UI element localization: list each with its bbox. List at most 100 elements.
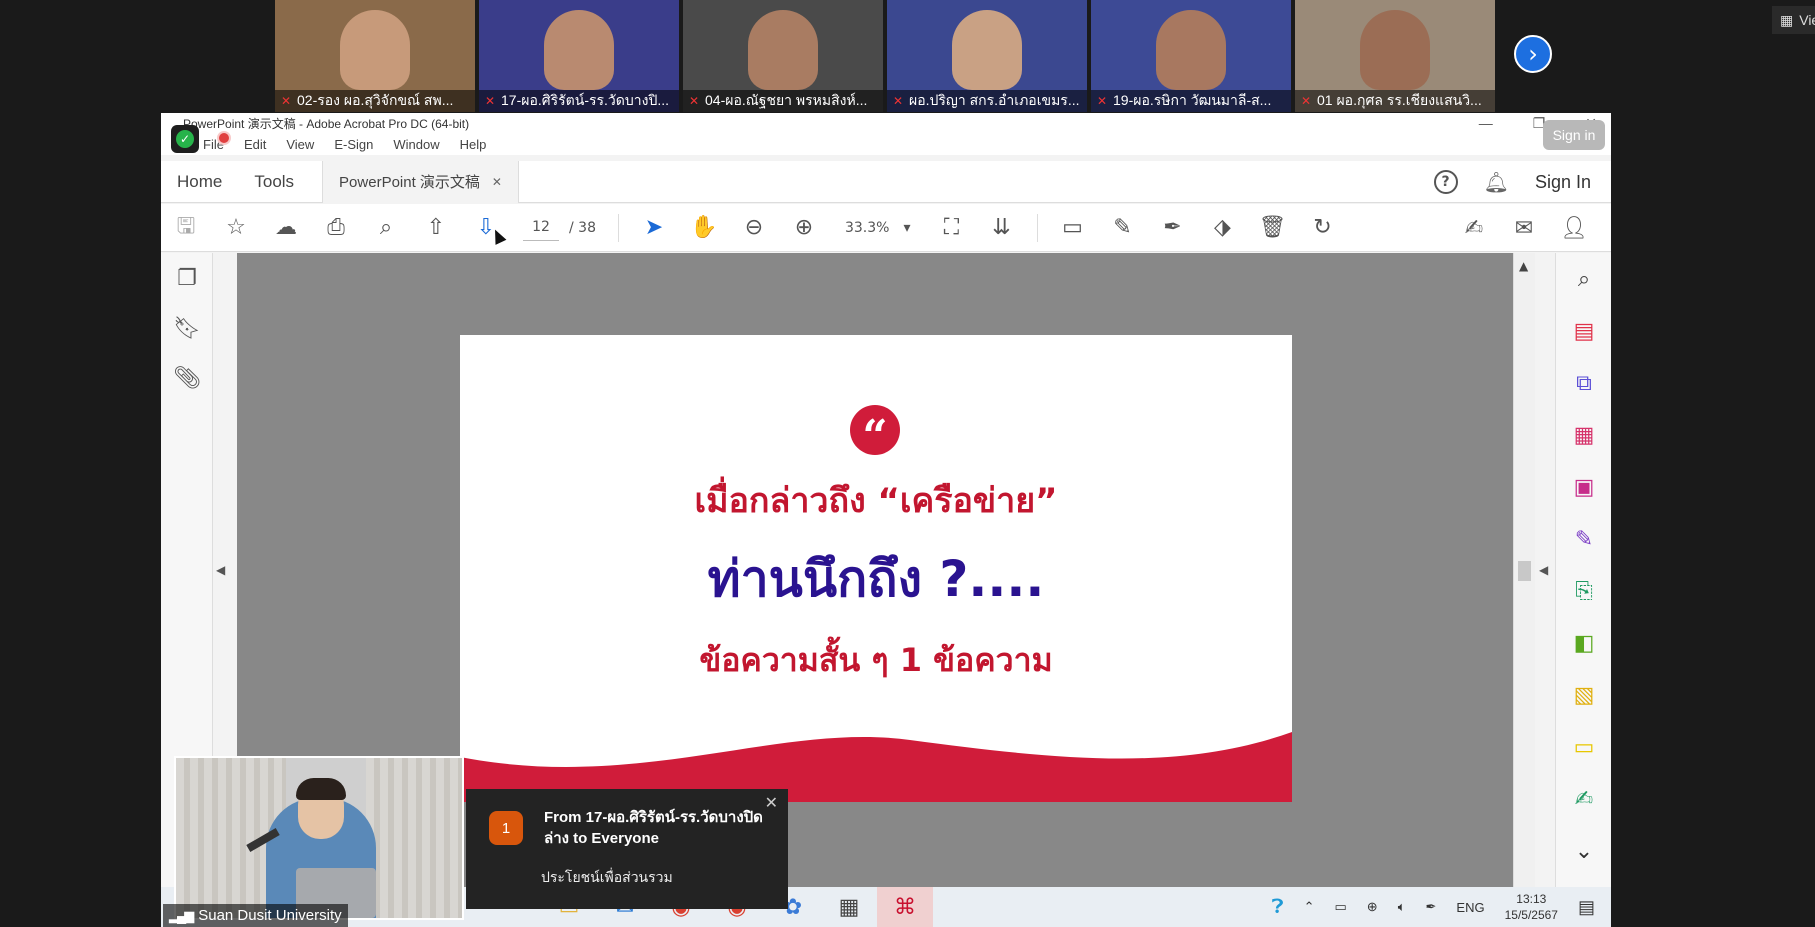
participant-face <box>952 10 1022 90</box>
participant-tile[interactable]: ✕ 01 ผอ.กุศล รร.เชียงแสนวิ... <box>1295 0 1495 112</box>
curtain-right <box>366 758 462 918</box>
menu-e-sign[interactable]: E-Sign <box>334 137 373 152</box>
toolbar-divider <box>617 213 619 242</box>
email-icon[interactable]: ✉ <box>1499 204 1549 252</box>
participant-name-bar: ✕ 04-ผอ.ณัฐชยา พรหมสิงห์... <box>683 90 883 112</box>
delete-icon[interactable]: 🗑︎ <box>1248 204 1298 252</box>
next-page-icon[interactable]: ⇩ <box>461 204 511 252</box>
menu-edit[interactable]: Edit <box>244 137 266 152</box>
save-icon[interactable]: 🖫 <box>161 204 211 252</box>
slide-question: ท่านนึกถึง ?.... <box>707 550 1045 608</box>
pen-icon[interactable]: ✒ <box>1426 899 1437 915</box>
protect-icon[interactable]: ▧ <box>1556 669 1611 721</box>
close-tab-icon[interactable]: ✕ <box>492 175 502 189</box>
zoom-select[interactable]: 33.3% ▾ <box>845 220 911 236</box>
menu-help[interactable]: Help <box>460 137 487 152</box>
tab-bar: Home Tools PowerPoint 演示文稿 ✕ ? 🔔︎ Sign I… <box>161 160 1611 203</box>
scroll-mode-icon[interactable]: ⇊ <box>977 204 1027 252</box>
bookmark-icon[interactable]: 🔖︎ <box>161 303 213 353</box>
collapse-left-icon[interactable]: ◀ <box>216 563 225 577</box>
rotate-icon[interactable]: ↻ <box>1298 204 1348 252</box>
zoom-signin-overlay[interactable]: Sign in <box>1543 120 1605 150</box>
comment-tool-icon[interactable]: ▭ <box>1556 721 1611 773</box>
window-title: PowerPoint 演示文稿 - Adobe Acrobat Pro DC (… <box>183 116 470 131</box>
tab-home[interactable]: Home <box>161 161 238 203</box>
prev-page-icon[interactable]: ⇧ <box>411 204 461 252</box>
send-for-review-icon[interactable]: ⎘ <box>1556 565 1611 617</box>
cloud-upload-icon[interactable]: ☁ <box>261 204 311 252</box>
scroll-thumb[interactable] <box>1518 561 1531 581</box>
select-arrow-icon[interactable]: ➤ <box>629 204 679 252</box>
sign-icon[interactable]: ✒ <box>1148 204 1198 252</box>
combine-files-icon[interactable]: ⧉ <box>1556 357 1611 409</box>
calculator-icon[interactable]: ▦ <box>821 887 877 927</box>
export-pdf-icon[interactable]: ▣ <box>1556 461 1611 513</box>
page-number-input[interactable]: 12 <box>523 215 559 241</box>
mic-muted-icon: ✕ <box>892 94 904 108</box>
zoom-security-icon[interactable]: ✓ <box>171 125 199 153</box>
star-icon[interactable]: ☆ <box>211 204 261 252</box>
speaker-icon[interactable]: 🔈︎ <box>1398 899 1406 915</box>
acrobat-taskbar-icon[interactable]: ⌘ <box>877 887 933 927</box>
tabbar-right: ? 🔔︎ Sign In <box>1433 161 1591 203</box>
edit-pdf-icon[interactable]: ✎ <box>1556 513 1611 565</box>
menu-window[interactable]: Window <box>393 137 439 152</box>
zoom-tool-icon[interactable]: ⌕ <box>1556 253 1611 305</box>
participant-name: ผอ.ปริญา สกร.อำเภอเขมร... <box>909 92 1080 108</box>
participant-tile[interactable]: ✕ ผอ.ปริญา สกร.อำเภอเขมร... <box>887 0 1087 112</box>
chat-notification[interactable]: 1 From 17-ผอ.ศิริรัตน์-รร.วัดบางปิดล่าง … <box>466 789 788 909</box>
help-icon[interactable]: ? <box>1433 170 1458 194</box>
participant-tile[interactable]: ✕ 17-ผอ.ศิริรัตน์-รร.วัดบางปิ... <box>479 0 679 112</box>
view-button[interactable]: ▦ Vie <box>1772 6 1815 34</box>
view-label: Vie <box>1799 12 1815 28</box>
comment-icon[interactable]: ▭ <box>1048 204 1098 252</box>
bell-icon[interactable]: 🔔︎ <box>1484 170 1509 194</box>
attachment-icon[interactable]: 📎︎ <box>161 353 213 403</box>
close-notification-icon[interactable]: ✕ <box>765 793 778 813</box>
fill-sign-icon[interactable]: ✍ <box>1449 204 1499 252</box>
stamp-icon[interactable]: ⬗ <box>1198 204 1248 252</box>
collapse-right-icon[interactable]: ◀ <box>1539 563 1548 577</box>
minimize-icon[interactable]: — <box>1479 115 1493 131</box>
participant-face <box>748 10 818 90</box>
next-participants-button[interactable]: › <box>1514 35 1552 73</box>
compare-icon[interactable]: ◧ <box>1556 617 1611 669</box>
page-thumbnails-icon[interactable]: ❐ <box>161 253 213 303</box>
participant-tile[interactable]: ✕ 04-ผอ.ณัฐชยา พรหมสิงห์... <box>683 0 883 112</box>
fill-sign-tool-icon[interactable]: ✍ <box>1556 773 1611 825</box>
tab-tools[interactable]: Tools <box>238 161 310 203</box>
recording-indicator-icon <box>217 131 231 145</box>
zoom-in-icon[interactable]: ⊕ <box>779 204 829 252</box>
more-tools-icon[interactable]: ⌄ <box>1556 825 1611 877</box>
participant-tile[interactable]: ✕ 19-ผอ.รษิกา วัฒนมาลี-ส... <box>1091 0 1291 112</box>
print-icon[interactable]: ⎙ <box>311 204 361 252</box>
self-view-name: Suan Dusit University <box>198 907 342 924</box>
chevron-up-icon[interactable]: ⌃ <box>1304 899 1315 915</box>
globe-icon[interactable]: ⊕ <box>1367 899 1378 915</box>
clock[interactable]: 13:13 15/5/2567 <box>1505 891 1558 923</box>
notifications-icon[interactable]: ▤ <box>1578 897 1595 918</box>
participant-tile[interactable]: ✕ 02-รอง ผอ.สุวิจักขณ์ สพ... <box>275 0 475 112</box>
search-icon[interactable]: ⌕ <box>361 204 411 252</box>
scroll-up-icon[interactable]: ▲ <box>1519 259 1528 273</box>
sign-in-link[interactable]: Sign In <box>1535 172 1591 193</box>
fit-page-icon[interactable]: ⛶ <box>927 204 977 252</box>
slide-instruction: ข้อความสั้น ๆ 1 ข้อความ <box>699 641 1053 679</box>
tab-document[interactable]: PowerPoint 演示文稿 ✕ <box>322 160 519 203</box>
help-tray-icon[interactable]: ❓︎ <box>1272 896 1284 919</box>
create-pdf-icon[interactable]: ▤ <box>1556 305 1611 357</box>
hand-icon[interactable]: ✋ <box>679 204 729 252</box>
clock-date: 15/5/2567 <box>1504 908 1558 922</box>
menu-view[interactable]: View <box>286 137 314 152</box>
zoom-out-icon[interactable]: ⊖ <box>729 204 779 252</box>
mic-muted-icon: ✕ <box>484 94 496 108</box>
organize-pages-icon[interactable]: ▦ <box>1556 409 1611 461</box>
participant-name-bar: ✕ 01 ผอ.กุศล รร.เชียงแสนวิ... <box>1295 90 1495 112</box>
language-indicator[interactable]: ENG <box>1456 900 1484 915</box>
toolbar: 🖫 ☆ ☁ ⎙ ⌕ ⇧ ⇩ 12 / 38 ➤ ✋ ⊖ ⊕ 33.3% ▾ ⛶ … <box>161 204 1611 252</box>
vertical-scrollbar[interactable]: ▲ ▼ <box>1513 253 1535 927</box>
toolbar-right: ✍ ✉ 👤︎ <box>1449 204 1599 252</box>
self-view-video[interactable] <box>174 756 464 920</box>
highlight-pen-icon[interactable]: ✎ <box>1098 204 1148 252</box>
share-user-icon[interactable]: 👤︎ <box>1549 204 1599 252</box>
